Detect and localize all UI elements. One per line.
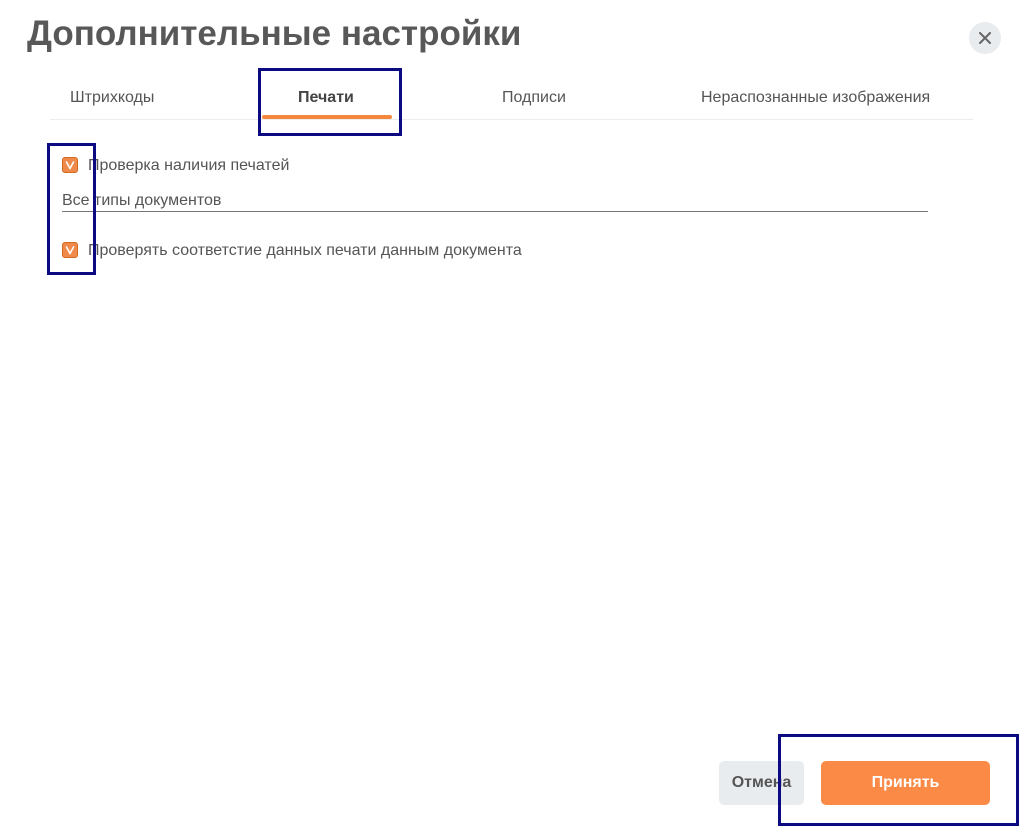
check-stamps-label[interactable]: Проверка наличия печатей bbox=[88, 157, 289, 175]
tab-bar: Штрихкоды Печати Подписи Нераспознанные … bbox=[50, 70, 973, 120]
close-button[interactable] bbox=[969, 22, 1001, 54]
close-icon bbox=[979, 32, 991, 44]
dialog-title: Дополнительные настройки bbox=[27, 14, 522, 53]
cancel-button[interactable]: Отмена bbox=[719, 761, 804, 805]
checkmark-icon bbox=[65, 161, 75, 170]
tab-signatures[interactable]: Подписи bbox=[502, 89, 566, 107]
check-stamp-data-label[interactable]: Проверять соответстие данных печати данн… bbox=[88, 242, 522, 260]
document-types-field[interactable]: Все типы документов bbox=[62, 190, 928, 212]
check-stamp-data-checkbox[interactable] bbox=[62, 242, 78, 258]
checkmark-icon bbox=[65, 246, 75, 255]
check-stamps-checkbox[interactable] bbox=[62, 157, 78, 173]
tab-stamps[interactable]: Печати bbox=[298, 89, 354, 107]
tab-barcodes[interactable]: Штрихкоды bbox=[70, 89, 154, 107]
accept-button[interactable]: Принять bbox=[821, 761, 990, 805]
tab-unrecognized-images[interactable]: Нераспознанные изображения bbox=[701, 89, 930, 107]
document-types-value: Все типы документов bbox=[62, 192, 222, 209]
active-tab-indicator bbox=[262, 115, 392, 119]
